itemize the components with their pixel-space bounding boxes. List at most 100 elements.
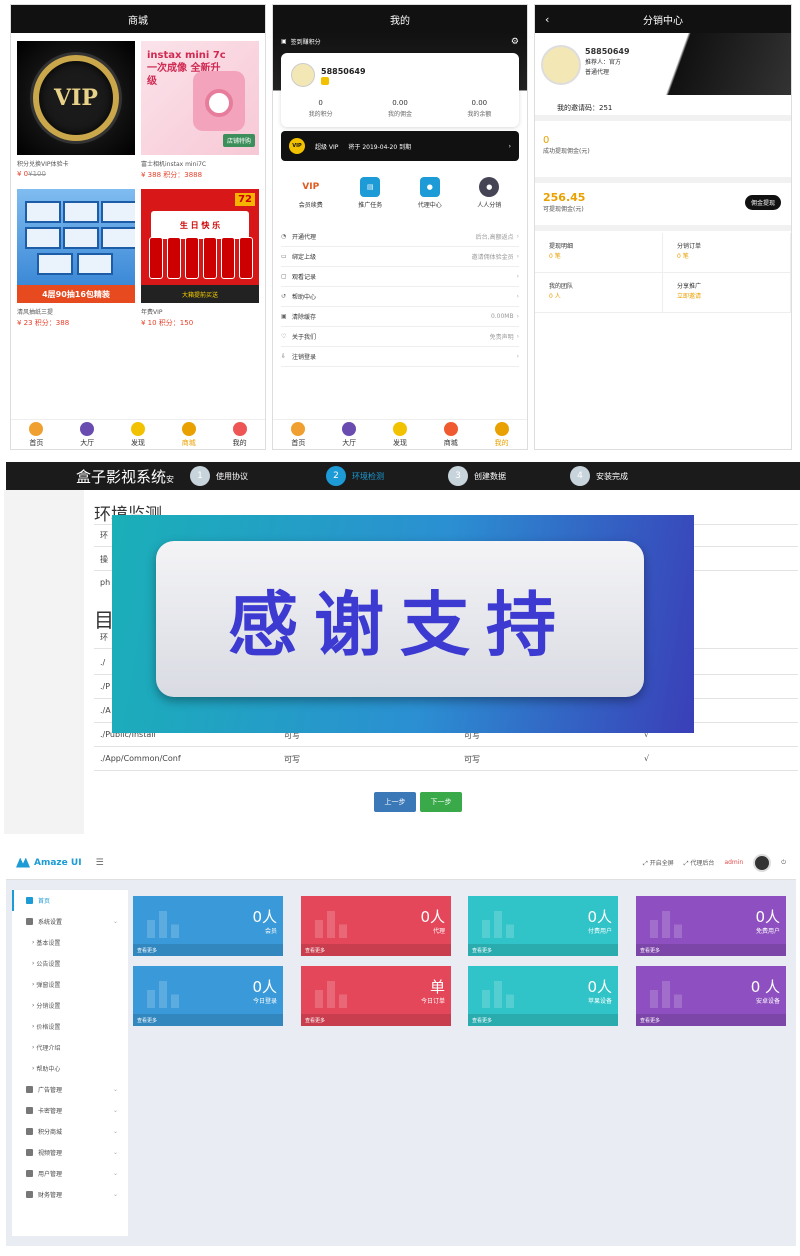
tab-hall[interactable]: 大厅 [62,420,113,449]
avatar[interactable] [753,853,772,872]
product-card[interactable]: 72 生 日 快 乐 大箱提前买送 年费VIP ¥ 10 积分：150 [141,189,259,331]
settings-gear-icon[interactable]: ⚙ [511,37,519,47]
sidebar-item-finance[interactable]: 财务管理 ⌄ [12,1184,128,1205]
stat-card-paid-users[interactable]: 0人 付费用户 查看更多 [468,896,618,956]
chevron-right-icon: › [516,293,519,300]
view-more-link[interactable]: 查看更多 [301,944,451,956]
sidebar-item-users[interactable]: 用户管理 ⌄ [12,1163,128,1184]
menu-toggle-icon[interactable]: ☰ [96,858,104,868]
step-label: 使用协议 [216,471,249,481]
menu-watch-history[interactable]: ▢ 观看记录 › [281,267,519,287]
menu-label: 绑定上级 [292,254,317,261]
quick-agent-center[interactable]: ● 代理中心 [400,169,460,217]
stat-card-today-orders[interactable]: 单今日订单 查看更多 [301,966,451,1026]
sidebar-item-distribution-settings[interactable]: › 分销设置 [12,995,128,1016]
view-more-link[interactable]: 查看更多 [133,1014,283,1026]
product-image[interactable]: VIP [17,41,135,155]
menu-about[interactable]: ♡ 关于我们 免责声明 › [281,327,519,347]
card-value: 单 [429,978,445,996]
trash-icon: ▣ [281,313,287,320]
product-card[interactable]: VIP 积分兑换VIP体验卡 ¥ 0¥100 [17,41,135,183]
view-more-link[interactable]: 查看更多 [636,944,786,956]
admin-user-name[interactable]: admin [724,859,743,866]
logout-icon[interactable]: ⏻ [781,859,786,867]
sidebar-item-basic-settings[interactable]: › 基本设置 [12,932,128,953]
tissue-icon [25,201,61,223]
stat-balance[interactable]: 0.00 我的余额 [440,99,519,118]
stat-card-today-logins[interactable]: 0人 今日登录 查看更多 [133,966,283,1026]
my-team[interactable]: 我的团队 0 人 [535,273,663,313]
sidebar-item-notice-settings[interactable]: › 公告设置 [12,953,128,974]
phone-distribution: ‹ 分销中心 58850649 推荐人：官方 普通代理 我的邀请码：251 0 成… [534,4,792,450]
chart-bg-icon [482,911,514,938]
tissue-icon [101,227,135,249]
withdraw-button[interactable]: 佣金提现 [744,195,781,210]
avatar[interactable] [541,45,581,85]
step-env-check: 2 环境检测 [326,466,384,486]
view-more-link[interactable]: 查看更多 [468,944,618,956]
menu-clear-cache[interactable]: ▣ 清除缓存 0.00MB › [281,307,519,327]
view-more-link[interactable]: 查看更多 [468,1014,618,1026]
stat-commission[interactable]: 0.00 我的佣金 [360,99,439,118]
sidebar-item-cards[interactable]: 卡密管理 ⌄ [12,1100,128,1121]
quick-renew[interactable]: VIP 会员续费 [281,169,341,217]
product-card[interactable]: 4层90抽16包精装 清风抽纸三提 ¥ 23 积分：388 [17,189,135,331]
tab-discover[interactable]: 发现 [113,420,164,449]
tab-shop[interactable]: 商城 [163,420,214,449]
stat-card-ios-devices[interactable]: 0人 苹果设备 查看更多 [468,966,618,1026]
tab-mine[interactable]: 我的 [476,420,527,449]
sidebar-item-agent-intro[interactable]: › 代理介绍 [12,1037,128,1058]
sidebar-item-videos[interactable]: 视频管理 ⌄ [12,1142,128,1163]
next-step-button[interactable]: 下一步 [420,792,462,812]
menu-open-agent[interactable]: ◔ 开通代理 后台,高额返点 › [281,227,519,247]
stat-points[interactable]: 0 我的积分 [281,99,360,118]
product-image[interactable]: 72 生 日 快 乐 大箱提前买送 [141,189,259,303]
fullscreen-link[interactable]: ⤢ 开启全屏 [643,858,674,868]
sidebar-item-system-settings[interactable]: 系统设置 ⌄ [12,911,128,932]
tab-home[interactable]: 首页 [11,420,62,449]
stat-value: 0.00 [392,99,408,107]
stat-card-members[interactable]: 0人 会员 查看更多 [133,896,283,956]
avatar[interactable] [291,63,315,87]
admin-logo[interactable]: Amaze UI [16,857,82,868]
card-label: 免费用户 [755,928,780,935]
tissue-icon [25,227,61,249]
quick-distribution[interactable]: ● 人人分销 [460,169,520,217]
quick-actions: VIP 会员续费 ▤ 推广任务 ● 代理中心 ● 人人分销 [281,169,519,217]
distribution-orders[interactable]: 分销订单 0 笔 [663,233,791,273]
tab-shop[interactable]: 商城 [425,420,476,449]
withdraw-detail[interactable]: 提现明细 0 笔 [535,233,663,273]
sidebar-item-points-mall[interactable]: 积分商城 ⌄ [12,1121,128,1142]
view-more-link[interactable]: 查看更多 [301,1014,451,1026]
menu-bind-parent[interactable]: ▭ 绑定上级 邀请佣体验金员 › [281,247,519,267]
sidebar-item-popup-settings[interactable]: › 弹窗设置 [12,974,128,995]
product-image[interactable]: instax mini 7c 一次成像 全新升级 店铺特购 [141,41,259,155]
view-more-link[interactable]: 查看更多 [636,1014,786,1026]
prev-step-button[interactable]: 上一步 [374,792,416,812]
image-title: instax mini 7c [147,50,226,61]
sidebar-item-price-settings[interactable]: › 价格设置 [12,1016,128,1037]
share-promo[interactable]: 分享推广 立即邀请 [663,273,791,313]
tab-mine[interactable]: 我的 [214,420,265,449]
product-image[interactable]: 4层90抽16包精装 [17,189,135,303]
stat-card-agents[interactable]: 0人 代理 查看更多 [301,896,451,956]
menu-logout[interactable]: ⇩ 注销登录 › [281,347,519,367]
stat-card-free-users[interactable]: 0人 免费用户 查看更多 [636,896,786,956]
back-arrow-icon[interactable]: ‹ [545,13,549,26]
product-card[interactable]: instax mini 7c 一次成像 全新升级 店铺特购 富士相机instax … [141,41,259,183]
signin-link[interactable]: ▣ 签到赚积分 [281,37,321,46]
sidebar-item-ads[interactable]: 广告管理 ⌄ [12,1079,128,1100]
stat-card-android-devices[interactable]: 0 人安卓设备 查看更多 [636,966,786,1026]
tab-hall[interactable]: 大厅 [324,420,375,449]
view-more-link[interactable]: 查看更多 [133,944,283,956]
sidebar-item-help-center[interactable]: › 帮助中心 [12,1058,128,1079]
tab-discover[interactable]: 发现 [375,420,426,449]
sidebar-item-home[interactable]: 首页 [12,890,128,911]
vip-status-bar[interactable]: VIP 超级 VIP 将于 2019-04-20 到期 › [281,131,519,161]
menu-help[interactable]: ↺ 帮助中心 › [281,287,519,307]
agent-backend-link[interactable]: ⤢ 代理后台 [684,858,715,868]
card-label: 安卓设备 [755,998,780,1005]
quick-promo-task[interactable]: ▤ 推广任务 [341,169,401,217]
tab-home[interactable]: 首页 [273,420,324,449]
promo-sign: 生 日 快 乐 [151,211,249,239]
